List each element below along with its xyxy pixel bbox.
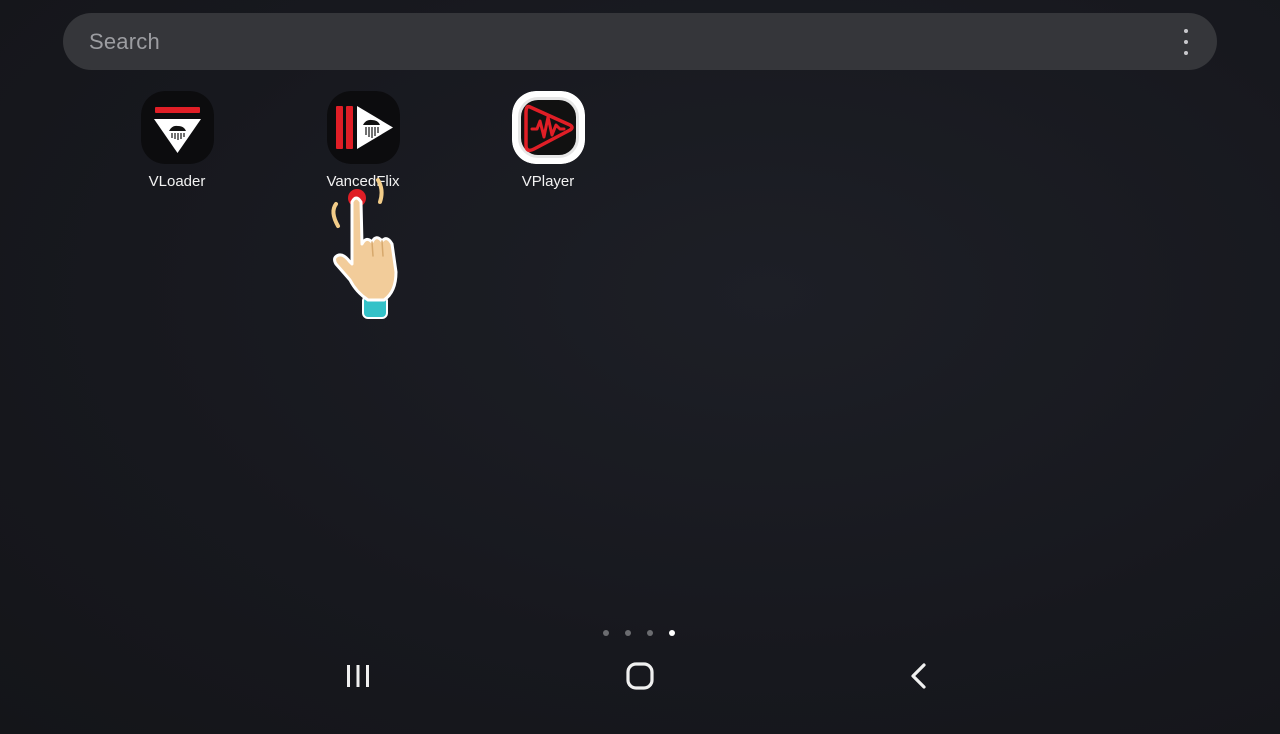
home-icon[interactable] [624, 660, 656, 692]
navigation-bar [0, 654, 1280, 734]
search-placeholder: Search [89, 29, 160, 54]
vloader-app-icon [140, 91, 214, 164]
search-bar[interactable]: Search [63, 13, 1217, 70]
app-label-vplayer: VPlayer [521, 173, 575, 190]
app-label-vancedflix: VancedFlix [326, 173, 400, 190]
page-dot[interactable] [625, 630, 631, 636]
app-label-vloader: VLoader [148, 173, 206, 190]
back-icon[interactable] [906, 662, 934, 690]
app-vancedflix[interactable]: VancedFlix [303, 91, 423, 190]
tap-hand-icon [331, 178, 398, 319]
vancedflix-app-icon [326, 91, 400, 164]
page-dot[interactable] [603, 630, 609, 636]
more-vertical-icon[interactable] [1179, 29, 1193, 55]
page-indicator [603, 630, 683, 640]
app-vloader[interactable]: VLoader [117, 91, 237, 190]
page-dot-active[interactable] [669, 630, 675, 636]
page-dot[interactable] [647, 630, 653, 636]
app-vplayer[interactable]: VPlayer [488, 91, 608, 190]
vplayer-app-icon [511, 91, 585, 164]
recents-icon[interactable] [344, 662, 372, 690]
